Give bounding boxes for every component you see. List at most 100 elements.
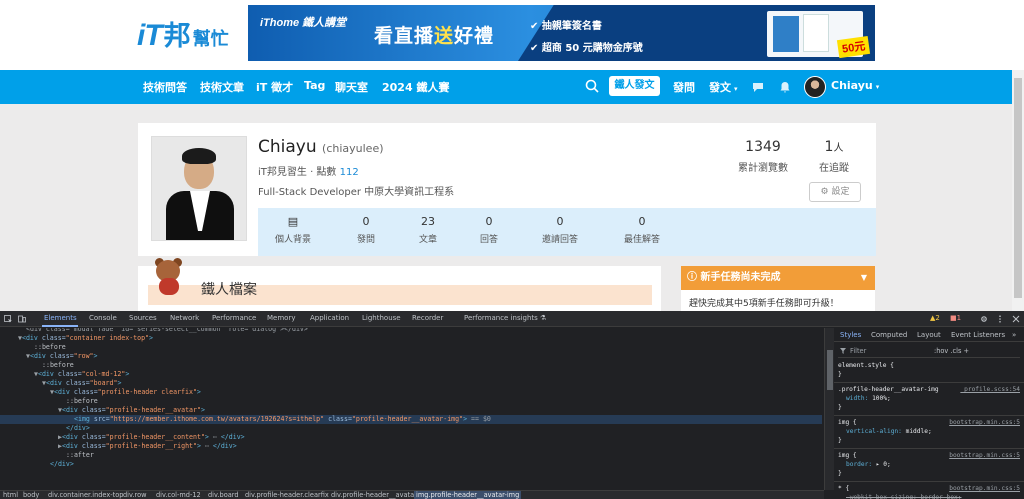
more-options-icon[interactable]	[996, 315, 1004, 323]
style-rule-selector[interactable]: img {	[838, 452, 857, 459]
breadcrumb-item[interactable]: img.profile-header__avatar-img	[414, 491, 522, 499]
banner-headline: 看直播送好禮	[374, 25, 495, 47]
elements-scrollbar[interactable]	[824, 328, 834, 490]
elements-dom-tree[interactable]: <div class="modal fade" id="series-selec…	[0, 328, 824, 490]
stat-invited-answers[interactable]: 0 邀請回答	[525, 215, 595, 245]
breadcrumb-item[interactable]: div.row	[123, 491, 147, 499]
dom-node[interactable]: ▼<div class="board">	[0, 379, 121, 388]
style-rule-close: }	[838, 404, 842, 411]
dom-node[interactable]: ▶<div class="profile-header__content"> ⋯…	[0, 433, 245, 442]
style-rule-source-link[interactable]: bootstrap.min.css:5	[949, 452, 1020, 459]
style-rule-source-link[interactable]: _profile.scss:54	[960, 386, 1020, 393]
breadcrumb-item[interactable]: body	[23, 491, 39, 499]
inspect-element-icon[interactable]	[4, 315, 12, 323]
devtools-tab-application[interactable]: Application	[310, 314, 349, 322]
style-rule-selector[interactable]: element.style {	[838, 362, 894, 369]
nav-item-jobs[interactable]: iT 徵才	[256, 79, 293, 95]
style-property[interactable]: width: 100%;	[846, 395, 891, 402]
styles-tab-event-listeners[interactable]: Event Listeners	[951, 331, 1005, 339]
dom-node[interactable]: ▼<div class="profile-header__avatar">	[0, 406, 205, 415]
devtools-tab-bar: Elements Console Sources Network Perform…	[0, 311, 1024, 327]
style-rule-selector[interactable]: img {	[838, 419, 857, 426]
bell-icon[interactable]	[779, 81, 791, 93]
dom-node[interactable]: ▼<div class="col-md-12">	[0, 370, 129, 379]
devtools-tab-elements[interactable]: Elements	[44, 314, 77, 322]
dom-node[interactable]: </div>	[0, 460, 74, 469]
nav-item-chat[interactable]: 聊天室	[335, 79, 368, 95]
styles-tab-layout[interactable]: Layout	[917, 331, 941, 339]
device-toolbar-icon[interactable]	[18, 315, 26, 323]
dom-node[interactable]: </div>	[0, 424, 90, 433]
style-rule-divider	[834, 481, 1024, 482]
breadcrumb-item[interactable]: html	[3, 491, 18, 499]
devtools-tab-console[interactable]: Console	[89, 314, 117, 322]
warnings-badge[interactable]: ▲2	[930, 314, 940, 322]
devtools-tab-recorder[interactable]: Recorder	[412, 314, 443, 322]
stat-articles[interactable]: 23 文章	[393, 215, 463, 245]
dom-node[interactable]: ::before	[0, 397, 98, 406]
ironman-post-button[interactable]: 鐵人發文	[609, 76, 660, 96]
breadcrumb-item[interactable]: div.profile-header.clearfix	[245, 491, 329, 499]
devtools-tab-sources[interactable]: Sources	[129, 314, 157, 322]
devtools-tab-memory[interactable]: Memory	[267, 314, 295, 322]
style-rule-close: }	[838, 371, 842, 378]
nav-item-tag[interactable]: Tag	[304, 79, 325, 92]
dom-node[interactable]: ::before	[0, 361, 74, 370]
breadcrumb-item[interactable]: div.profile-header__avatar	[331, 491, 417, 499]
styles-tab-computed[interactable]: Computed	[871, 331, 907, 339]
chat-icon[interactable]	[752, 81, 764, 93]
dom-node-selected[interactable]: <img src="https://member.ithome.com.tw/a…	[0, 415, 822, 424]
dom-node[interactable]: ▼<div class="row">	[0, 352, 98, 361]
ithelp-logo[interactable]: iT 邦 幫忙	[137, 14, 229, 52]
user-menu[interactable]: Chiayu ▾	[831, 79, 879, 92]
dom-breadcrumb: html body div.container.index-top div.row di…	[0, 490, 824, 499]
style-property[interactable]: -webkit-box-sizing: border-box;	[846, 494, 962, 499]
dom-node[interactable]: ▼<div class="container index-top">	[0, 334, 153, 343]
ad-banner[interactable]: iThome 鐵人講堂 看直播送好禮 ✔ 抽親筆簽名書 ✔ 超商 50 元購物金…	[248, 5, 875, 61]
dom-node[interactable]: ::before	[0, 343, 66, 352]
nav-item-articles[interactable]: 技術文章	[200, 79, 244, 95]
breadcrumb-item[interactable]: div.board	[208, 491, 239, 499]
styles-filter-input[interactable]: Filter :hov .cls +	[838, 345, 1020, 358]
breadcrumb-item[interactable]: div.col-md-12	[156, 491, 201, 499]
close-icon[interactable]	[1012, 315, 1020, 323]
following-count[interactable]: 1人 在追蹤	[804, 139, 864, 174]
nav-ask[interactable]: 發問	[673, 79, 695, 95]
styles-tab-styles[interactable]: Styles	[840, 331, 861, 339]
ironman-title: 鐵人檔案	[201, 282, 257, 298]
styles-filter-tools[interactable]: :hov .cls +	[934, 347, 969, 355]
devtools-tab-network[interactable]: Network	[170, 314, 199, 322]
elements-scroll-thumb[interactable]	[827, 350, 833, 390]
style-rule-selector[interactable]: * {	[838, 485, 849, 492]
errors-badge[interactable]: ■1	[950, 314, 961, 322]
devtools-tab-performance[interactable]: Performance	[212, 314, 256, 322]
nav-write-dropdown[interactable]: 發文 ▾	[709, 79, 738, 95]
stat-background[interactable]: ▤ 個人背景	[258, 215, 328, 245]
dom-node[interactable]: ::after	[0, 451, 94, 460]
search-icon[interactable]	[585, 79, 599, 93]
styles-tab-more[interactable]: »	[1012, 331, 1016, 339]
stat-best-answers[interactable]: 0 最佳解答	[607, 215, 677, 245]
style-property[interactable]: border: ▸ 0;	[846, 461, 891, 468]
user-avatar[interactable]	[804, 76, 826, 98]
gear-icon[interactable]	[980, 315, 988, 323]
breadcrumb-item[interactable]: div.container.index-top	[48, 491, 123, 499]
style-rule-source-link[interactable]: bootstrap.min.css:5	[949, 419, 1020, 426]
dom-node[interactable]: ▶<div class="profile-header__right"> ⋯ <…	[0, 442, 237, 451]
page-scrollbar[interactable]	[1012, 70, 1024, 311]
nav-item-qa[interactable]: 技術問答	[143, 79, 187, 95]
style-rule-divider	[834, 415, 1024, 416]
style-rule-source-link[interactable]: bootstrap.min.css:5	[949, 485, 1020, 492]
dom-node[interactable]: ▼<div class="profile-header clearfix">	[0, 388, 201, 397]
page-scroll-thumb[interactable]	[1014, 78, 1022, 298]
styles-tab-bar: Styles Computed Layout Event Listeners »	[834, 328, 1024, 342]
style-property[interactable]: vertical-align: middle;	[846, 428, 932, 435]
devtools-tab-performance-insights[interactable]: Performance insights ⚗	[464, 314, 546, 322]
settings-button[interactable]: ⚙ 設定	[809, 182, 861, 202]
devtools-tab-lighthouse[interactable]: Lighthouse	[362, 314, 401, 322]
stat-answers[interactable]: 0 回答	[454, 215, 524, 245]
stat-questions[interactable]: 0 發問	[331, 215, 401, 245]
newbie-task-header[interactable]: ⓘ 新手任務尚未完成 ▼	[681, 266, 875, 290]
nav-item-ironman-2024[interactable]: 2024 鐵人賽	[382, 79, 449, 95]
style-rule-selector[interactable]: .profile-header__avatar-img	[838, 386, 939, 393]
